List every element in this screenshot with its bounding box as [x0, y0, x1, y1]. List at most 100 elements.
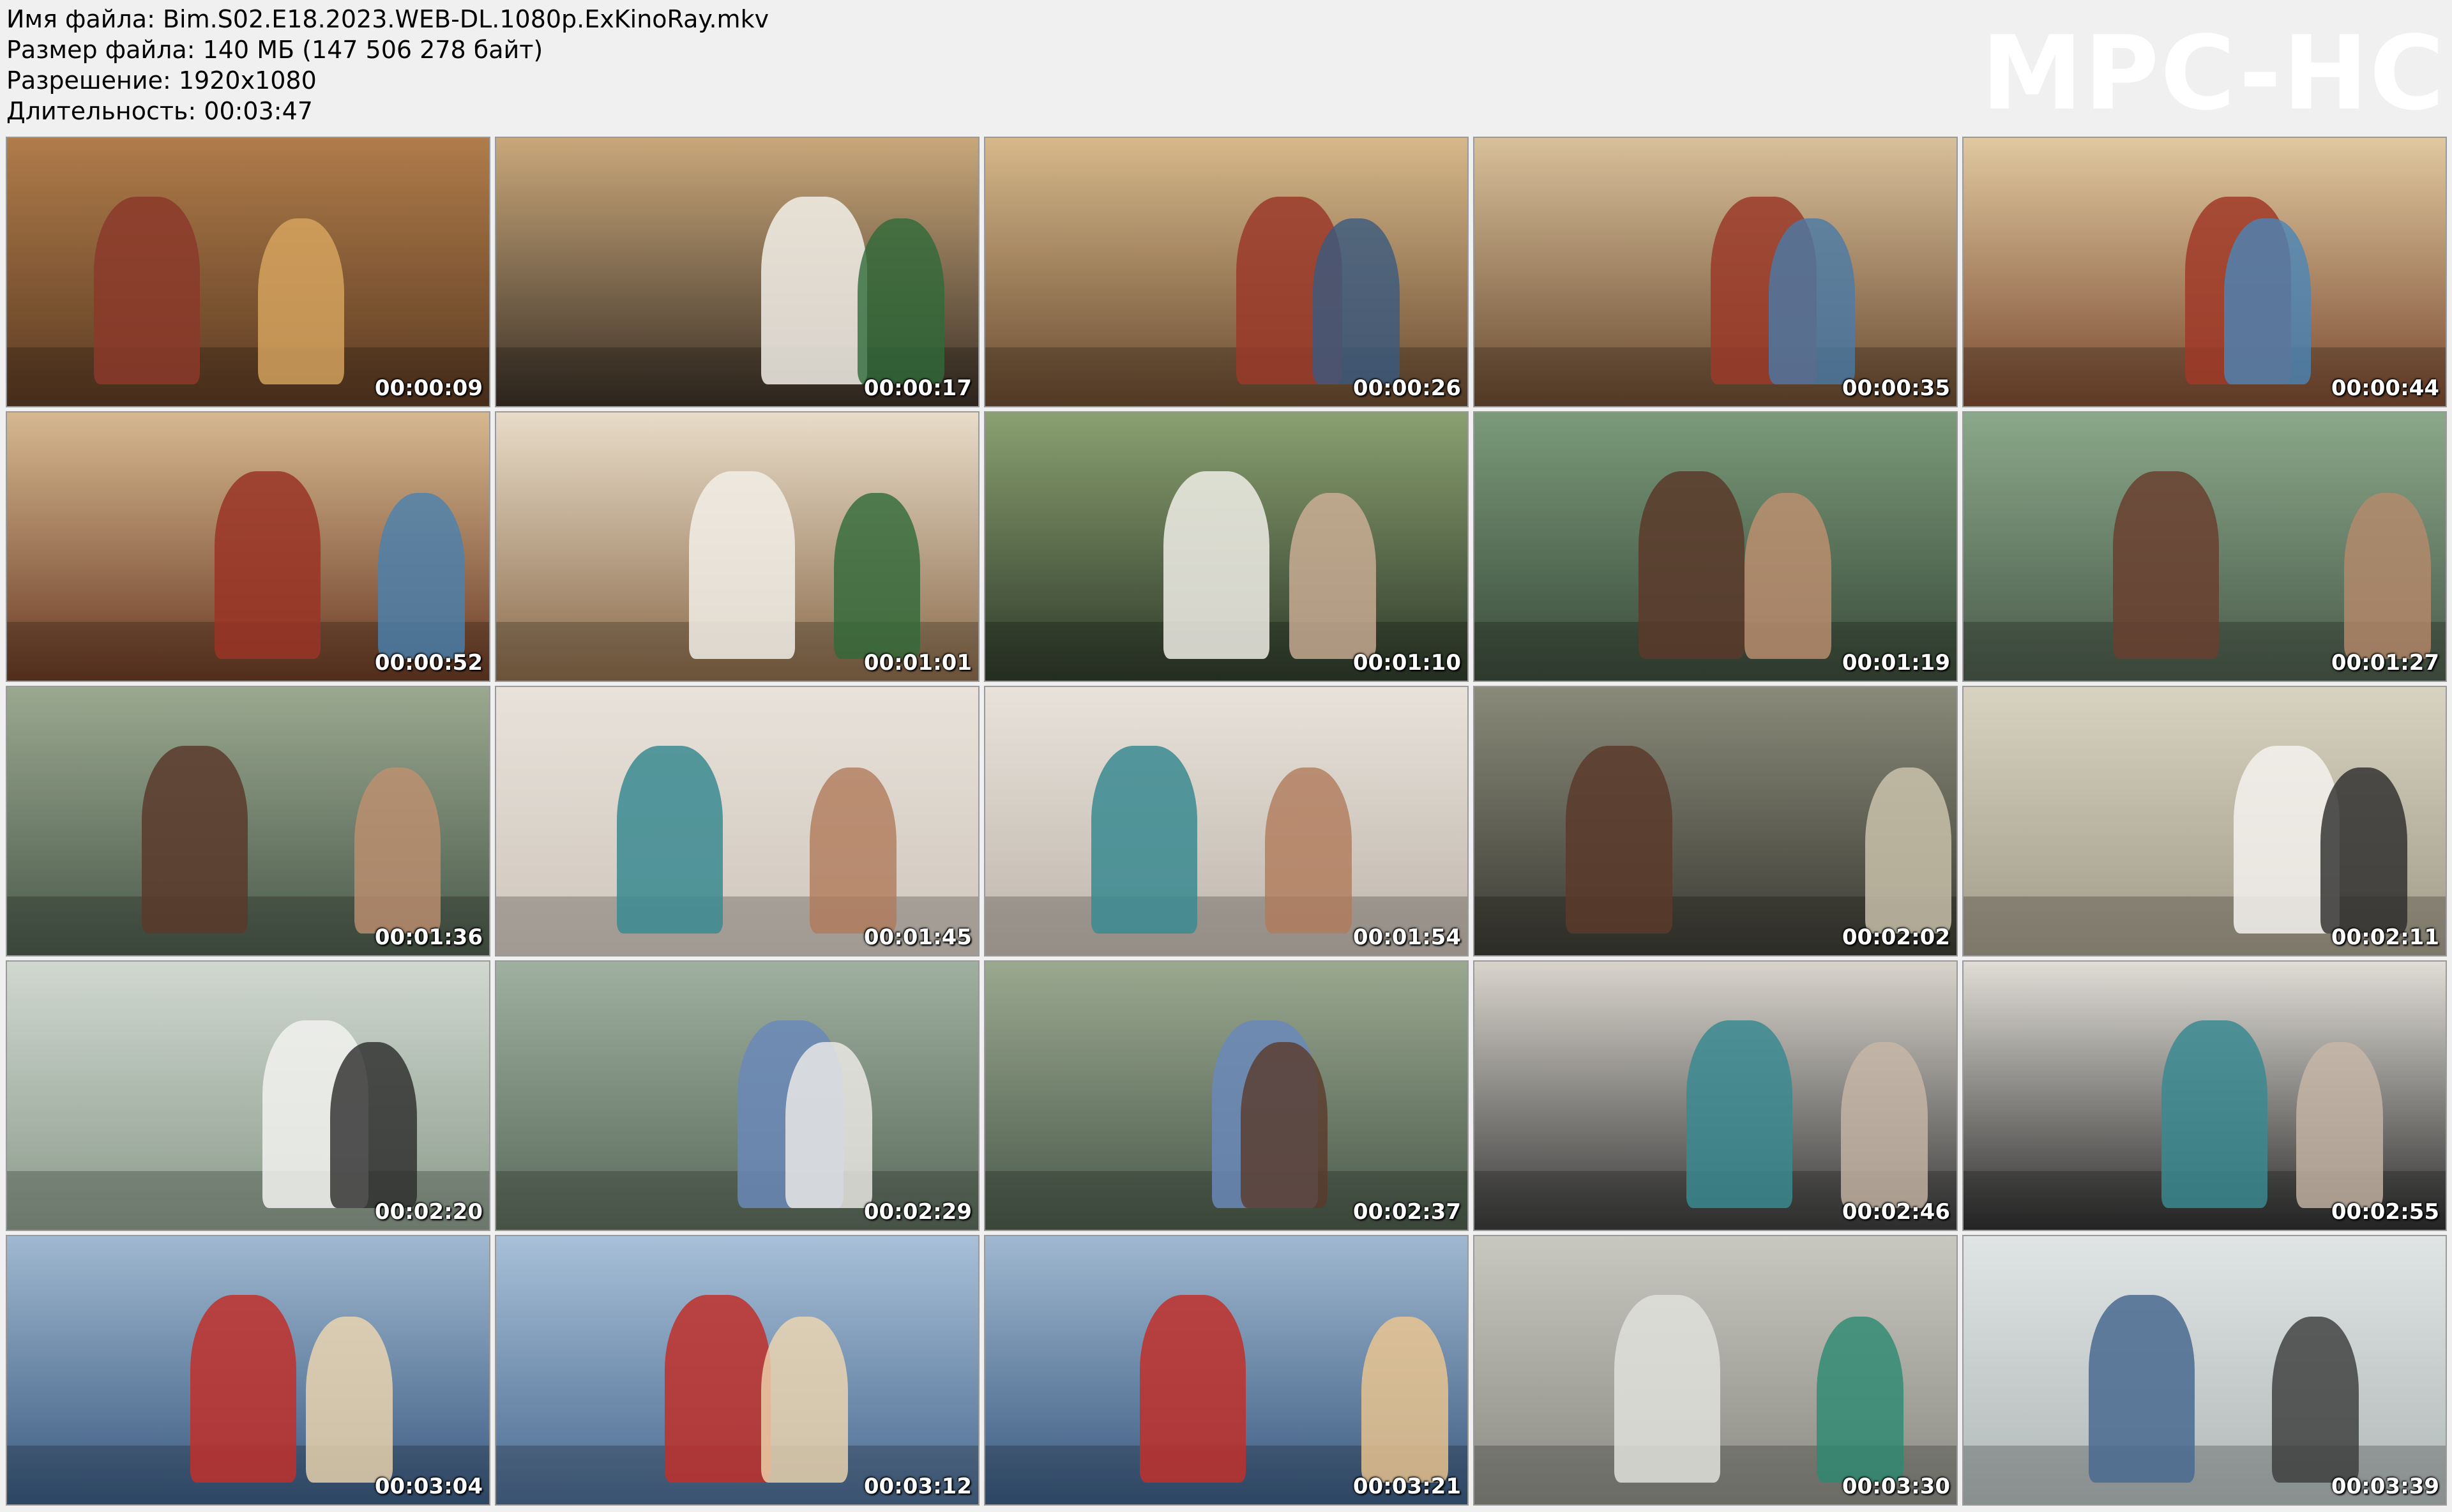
- scene-shape: [1566, 746, 1672, 934]
- frame-image: [1474, 1236, 1956, 1504]
- thumbnail-frame: 00:02:29: [495, 960, 980, 1231]
- thumbnail-frame: 00:02:11: [1962, 686, 2447, 956]
- frame-image: [7, 138, 489, 406]
- scene-shape: [1241, 1042, 1328, 1209]
- thumbnail-frame: 00:01:27: [1962, 411, 2447, 682]
- file-info: Имя файла: Bim.S02.E18.2023.WEB-DL.1080p…: [6, 4, 769, 126]
- frame-image: [7, 687, 489, 955]
- timestamp-label: 00:01:27: [2331, 650, 2439, 676]
- thumbnail-frame: 00:01:54: [984, 686, 1469, 956]
- frame-image: [496, 1236, 978, 1504]
- scene-shape: [306, 1317, 393, 1483]
- thumbnail-frame: 00:02:20: [6, 960, 490, 1231]
- scene-shape: [2272, 1317, 2359, 1483]
- frame-image: [7, 412, 489, 681]
- scene-shape: [2344, 493, 2432, 660]
- timestamp-label: 00:02:29: [863, 1199, 972, 1225]
- frame-image: [1964, 1236, 2446, 1504]
- thumbnail-frame: 00:01:19: [1473, 411, 1958, 682]
- scene-shape: [1091, 746, 1198, 934]
- thumbnail-frame: 00:01:01: [495, 411, 980, 682]
- thumbnail-frame: 00:00:26: [984, 137, 1469, 407]
- scene-shape: [93, 197, 200, 385]
- frame-image: [1474, 412, 1956, 681]
- thumbnail-frame: 00:03:04: [6, 1235, 490, 1506]
- scene-shape: [1264, 767, 1352, 934]
- thumbnail-frame: 00:03:21: [984, 1235, 1469, 1506]
- scene-shape: [2113, 471, 2220, 660]
- frame-image: [1964, 412, 2446, 681]
- frame-image: [1474, 687, 1956, 955]
- scene-shape: [2223, 218, 2311, 385]
- scene-shape: [1163, 471, 1270, 660]
- scene-shape: [665, 1295, 771, 1483]
- frame-image: [985, 412, 1467, 681]
- thumbnail-frame: 00:00:35: [1473, 137, 1958, 407]
- scene-shape: [1638, 471, 1744, 660]
- frame-image: [1964, 962, 2446, 1230]
- scene-shape: [378, 493, 465, 660]
- frame-image: [496, 687, 978, 955]
- thumbnail-frame: 00:01:36: [6, 686, 490, 956]
- scene-shape: [214, 471, 321, 660]
- thumbnail-frame: 00:02:37: [984, 960, 1469, 1231]
- thumbnail-frame: 00:01:10: [984, 411, 1469, 682]
- scene-shape: [1361, 1317, 1448, 1483]
- timestamp-label: 00:01:10: [1352, 650, 1461, 676]
- frame-image: [985, 962, 1467, 1230]
- frame-image: [7, 962, 489, 1230]
- file-size: Размер файла: 140 МБ (147 506 278 байт): [6, 36, 543, 64]
- frame-image: [985, 1236, 1467, 1504]
- scene-shape: [1840, 1042, 1928, 1209]
- frame-image: [496, 412, 978, 681]
- frame-image: [1964, 138, 2446, 406]
- file-name: Имя файла: Bim.S02.E18.2023.WEB-DL.1080p…: [6, 5, 769, 33]
- timestamp-label: 00:00:44: [2331, 375, 2439, 401]
- thumbnail-frame: 00:00:17: [495, 137, 980, 407]
- timestamp-label: 00:03:12: [863, 1474, 972, 1499]
- scene-shape: [190, 1295, 296, 1483]
- scene-shape: [1313, 218, 1400, 385]
- file-resolution: Разрешение: 1920x1080: [6, 66, 317, 94]
- thumbnail-frame: 00:02:55: [1962, 960, 2447, 1231]
- frame-image: [496, 962, 978, 1230]
- frame-image: [1474, 138, 1956, 406]
- frame-image: [985, 138, 1467, 406]
- timestamp-label: 00:02:46: [1842, 1199, 1950, 1225]
- file-duration: Длительность: 00:03:47: [6, 97, 313, 125]
- timestamp-label: 00:03:21: [1352, 1474, 1461, 1499]
- scene-shape: [1744, 493, 1831, 660]
- timestamp-label: 00:01:54: [1352, 925, 1461, 950]
- timestamp-label: 00:00:26: [1352, 375, 1461, 401]
- timestamp-label: 00:03:30: [1842, 1474, 1950, 1499]
- scene-shape: [858, 218, 945, 385]
- scene-shape: [329, 1042, 417, 1209]
- scene-shape: [1817, 1317, 1903, 1483]
- scene-shape: [2320, 767, 2407, 934]
- scene-shape: [689, 471, 796, 660]
- scene-shape: [354, 767, 441, 934]
- timestamp-label: 00:00:09: [374, 375, 483, 401]
- timestamp-label: 00:00:17: [863, 375, 972, 401]
- timestamp-label: 00:01:19: [1842, 650, 1950, 676]
- scene-shape: [761, 197, 868, 385]
- timestamp-label: 00:00:52: [374, 650, 483, 676]
- thumbnail-grid: 00:00:09 00:00:17 00:00:26 00:00:35 00:00:44…: [0, 137, 2452, 1506]
- timestamp-label: 00:02:11: [2331, 925, 2439, 950]
- thumbnail-frame: 00:00:09: [6, 137, 490, 407]
- scene-shape: [809, 767, 897, 934]
- timestamp-label: 00:01:45: [863, 925, 972, 950]
- scene-shape: [785, 1042, 872, 1209]
- scene-shape: [2296, 1042, 2383, 1209]
- timestamp-label: 00:00:35: [1842, 375, 1950, 401]
- scene-shape: [2161, 1020, 2267, 1209]
- timestamp-label: 00:01:36: [374, 925, 483, 950]
- timestamp-label: 00:03:39: [2331, 1474, 2439, 1499]
- scene-shape: [616, 746, 723, 934]
- scene-shape: [833, 493, 921, 660]
- frame-image: [496, 138, 978, 406]
- scene-shape: [1865, 767, 1952, 934]
- frame-image: [1474, 962, 1956, 1230]
- scene-shape: [761, 1317, 849, 1483]
- thumbnail-frame: 00:00:44: [1962, 137, 2447, 407]
